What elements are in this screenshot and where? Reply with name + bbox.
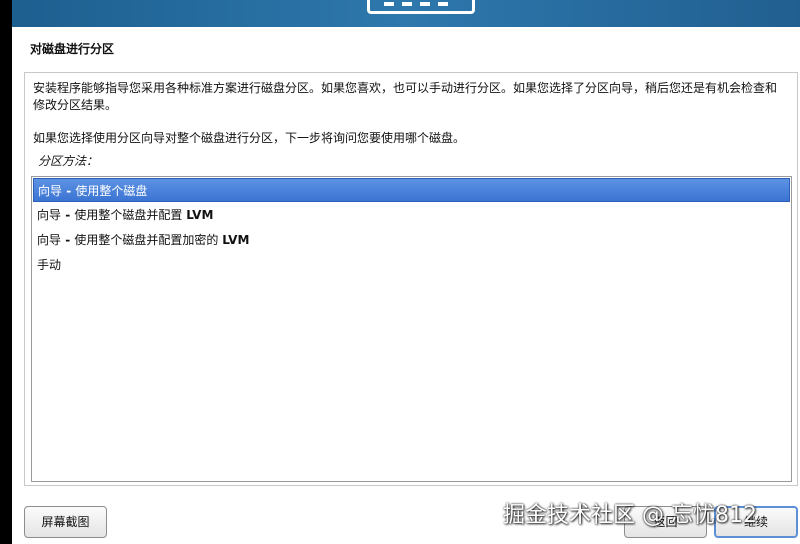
option-dash: - [62,184,76,198]
kali-logo-letters [384,0,464,6]
page-title: 对磁盘进行分区 [30,42,115,56]
option-dash: - [61,233,75,247]
option-text: 使用整个磁盘并配置加密的 [74,233,223,247]
partition-method-list[interactable]: 向导 - 使用整个磁盘 向导 - 使用整个磁盘并配置 LVM 向导 - 使用整个… [31,176,792,482]
description-text: 安装程序能够指导您采用各种标准方案进行磁盘分区。如果您喜欢，也可以手动进行分区。… [33,81,778,112]
option-suffix: LVM [222,233,250,247]
screenshot-button[interactable]: 屏幕截图 [24,506,107,538]
option-prefix: 向导 [38,184,63,198]
option-guided-entire-disk-encrypted-lvm[interactable]: 向导 - 使用整个磁盘并配置加密的 LVM [33,228,790,252]
option-guided-entire-disk[interactable]: 向导 - 使用整个磁盘 [33,178,790,202]
option-guided-entire-disk-lvm[interactable]: 向导 - 使用整个磁盘并配置 LVM [33,203,790,227]
kali-banner [12,0,800,27]
option-prefix: 向导 [37,208,62,222]
option-text: 使用整个磁盘 [75,184,148,198]
partition-method-label: 分区方法： [38,154,99,168]
option-suffix: LVM [186,208,214,222]
option-prefix: 手动 [37,258,62,272]
wizard-hint-text: 如果您选择使用分区向导对整个磁盘进行分区，下一步将询问您要使用哪个磁盘。 [33,131,466,145]
option-dash: - [61,208,75,222]
watermark-text: 掘金技术社区 @ 忘忧812 [503,503,757,528]
option-prefix: 向导 [37,233,62,247]
option-manual[interactable]: 手动 [33,253,790,277]
option-text: 使用整个磁盘并配置 [74,208,187,222]
